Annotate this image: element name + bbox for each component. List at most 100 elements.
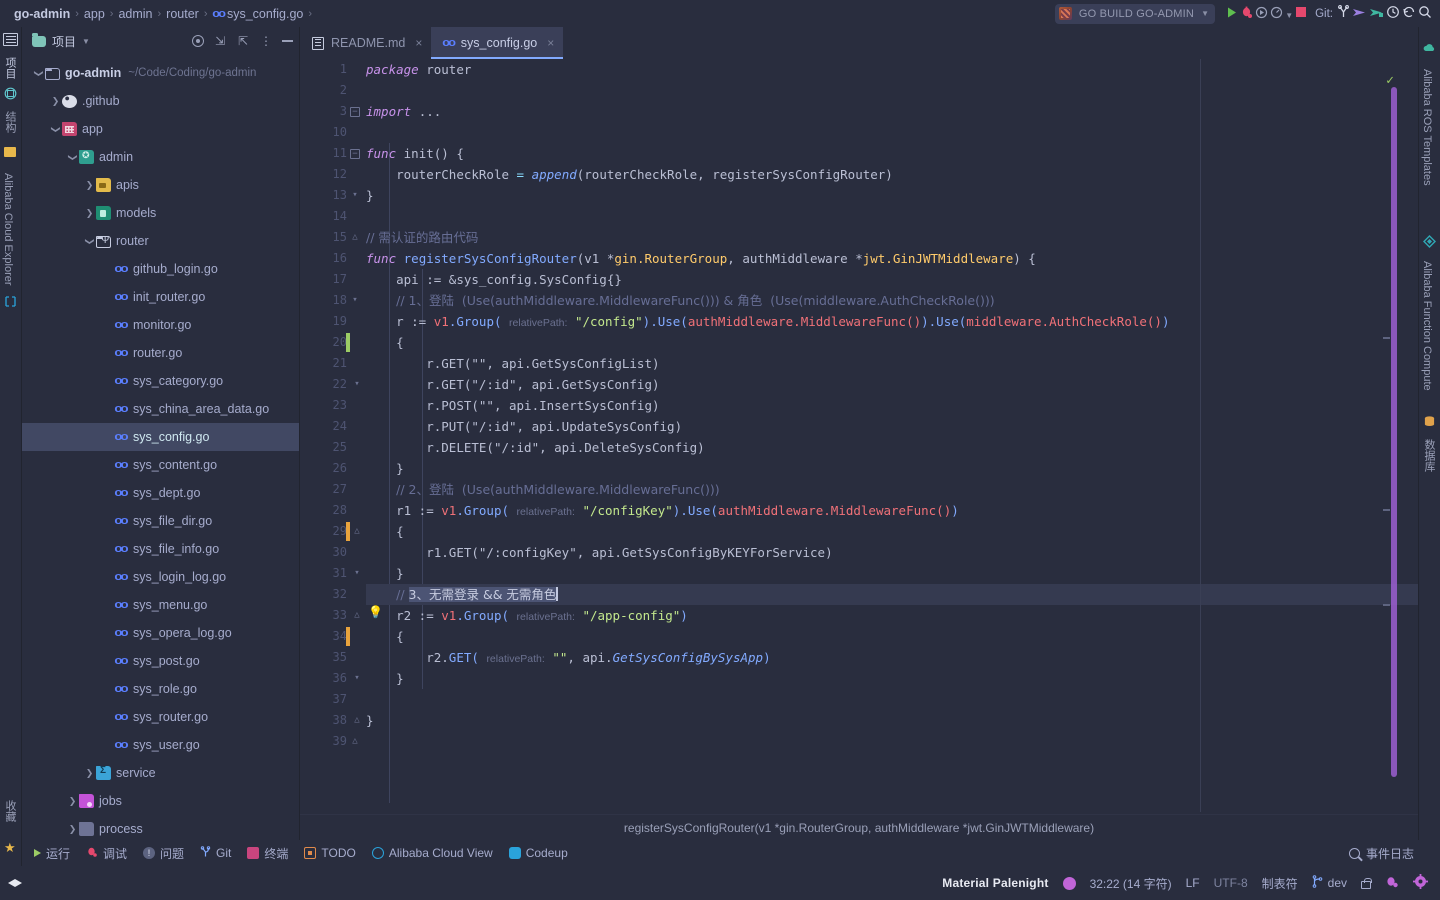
tab-sys-config[interactable]: oo sys_config.go × — [431, 27, 564, 59]
sidebar-item-structure[interactable]: 结构 — [2, 105, 18, 139]
sidebar-item-database[interactable]: 数据库 — [1421, 433, 1437, 478]
search-icon[interactable] — [1418, 5, 1432, 22]
bookmarks-icon[interactable] — [4, 147, 16, 157]
tree-item-init-router-go[interactable]: oo init_router.go — [22, 283, 299, 311]
breadcrumb-item-file[interactable]: oo sys_config.go — [212, 7, 304, 21]
tool-window-debug[interactable]: 调试 — [86, 845, 127, 862]
tree-item-service[interactable]: ❯ service — [22, 759, 299, 787]
inspection-icon[interactable] — [1385, 875, 1399, 892]
tree-item-sys-role-go[interactable]: oo sys_role.go — [22, 675, 299, 703]
tree-item-monitor-go[interactable]: oo monitor.go — [22, 311, 299, 339]
git-branch-widget[interactable]: dev — [1312, 875, 1347, 891]
tool-window-problems[interactable]: ! 问题 — [143, 845, 184, 862]
sidebar-item-favorites[interactable]: 收藏 — [2, 794, 18, 828]
sidebar-item-ros-templates[interactable]: Alibaba ROS Templates — [1421, 63, 1433, 192]
git-branch-icon[interactable] — [1337, 5, 1350, 22]
theme-name[interactable]: Material Palenight — [942, 876, 1048, 890]
tool-window-alibaba-cloud-view[interactable]: Alibaba Cloud View — [371, 846, 493, 860]
fold-marker-end[interactable]: △ — [350, 233, 360, 243]
git-push-icon[interactable] — [1352, 6, 1367, 22]
fold-marker[interactable]: ▾ — [352, 674, 362, 684]
tree-item-sys-menu-go[interactable]: oo sys_menu.go — [22, 591, 299, 619]
tool-window-git[interactable]: Git — [200, 845, 231, 861]
fold-marker-end[interactable]: △ — [352, 527, 362, 537]
line-separator[interactable]: LF — [1186, 876, 1200, 890]
tree-item-router-go[interactable]: oo router.go — [22, 339, 299, 367]
tree-item-go-admin[interactable]: ❯ go-admin ~/Code/Coding/go-admin — [22, 59, 299, 87]
history-icon[interactable] — [1386, 5, 1400, 22]
tree-item-sys-dept-go[interactable]: oo sys_dept.go — [22, 479, 299, 507]
tree-item-admin[interactable]: ❯ admin — [22, 143, 299, 171]
tree-item-sys-post-go[interactable]: oo sys_post.go — [22, 647, 299, 675]
tab-readme[interactable]: README.md × — [300, 27, 431, 59]
tree-item-process[interactable]: ❯ process — [22, 815, 299, 843]
tree-item-github-login-go[interactable]: oo github_login.go — [22, 255, 299, 283]
sidebar-item-function-compute[interactable]: Alibaba Function Compute — [1421, 255, 1433, 397]
tree-item-sys-opera-log-go[interactable]: oo sys_opera_log.go — [22, 619, 299, 647]
chevron-down-icon[interactable]: ▼ — [1285, 7, 1293, 21]
tool-window-run[interactable]: 运行 — [34, 845, 70, 862]
chevron-right-icon[interactable]: ❯ — [83, 768, 96, 779]
breadcrumb-item-router[interactable]: router — [166, 7, 199, 21]
file-encoding[interactable]: UTF-8 — [1214, 876, 1248, 890]
project-panel-title[interactable]: 项目 ▼ — [32, 32, 90, 50]
run-configuration-selector[interactable]: GO BUILD GO-ADMIN ▼ — [1054, 3, 1216, 24]
tree-item-sys-file-dir-go[interactable]: oo sys_file_dir.go — [22, 507, 299, 535]
chevron-down-icon[interactable]: ❯ — [50, 123, 61, 136]
tree-item-router[interactable]: ❯ router — [22, 227, 299, 255]
sidebar-item-alibaba-cloud-explorer[interactable]: Alibaba Cloud Explorer — [2, 167, 14, 292]
fold-marker[interactable]: ▾ — [350, 191, 360, 201]
tool-window-todo[interactable]: TODO — [304, 846, 356, 860]
tree-item-sys-china-area-data-go[interactable]: oo sys_china_area_data.go — [22, 395, 299, 423]
star-icon[interactable]: ★ — [4, 840, 16, 856]
editor-breadcrumb[interactable]: registerSysConfigRouter(v1 *gin.RouterGr… — [300, 814, 1418, 840]
tool-window-codeup[interactable]: Codeup — [508, 846, 568, 860]
chevron-right-icon[interactable]: ❯ — [66, 824, 79, 835]
chevron-down-icon[interactable]: ❯ — [33, 67, 44, 80]
chevron-right-icon[interactable]: ❯ — [83, 208, 96, 219]
tree-item-sys-router-go[interactable]: oo sys_router.go — [22, 703, 299, 731]
expand-all-icon[interactable]: ⇲ — [213, 34, 227, 48]
close-icon[interactable]: × — [547, 36, 554, 50]
sidebar-item-project[interactable]: 项目 — [2, 51, 18, 85]
run-icon[interactable] — [1225, 6, 1238, 22]
tree-item-models[interactable]: ❯ models — [22, 199, 299, 227]
collapse-all-icon[interactable]: ⇱ — [236, 34, 250, 48]
tree-item-sys-user-go[interactable]: oo sys_user.go — [22, 731, 299, 759]
chevron-down-icon[interactable]: ❯ — [67, 151, 78, 164]
fold-marker-end[interactable]: △ — [352, 716, 362, 726]
debug-icon[interactable] — [1240, 6, 1253, 22]
fold-marker[interactable]: − — [350, 107, 360, 117]
chevron-down-icon[interactable]: ❯ — [84, 235, 95, 248]
chevron-right-icon[interactable]: ❯ — [66, 796, 79, 807]
tree-item-sys-config-go[interactable]: oo sys_config.go — [22, 423, 299, 451]
structure-view-icon[interactable] — [4, 87, 17, 105]
tree-item-jobs[interactable]: ❯ jobs — [22, 787, 299, 815]
fold-marker-end[interactable]: △ — [350, 737, 360, 747]
indent-setting[interactable]: 制表符 — [1262, 875, 1298, 892]
inspection-ok-icon[interactable]: ✓ — [1386, 73, 1394, 88]
tree-item-sys-category-go[interactable]: oo sys_category.go — [22, 367, 299, 395]
hide-panel-icon[interactable] — [282, 40, 293, 42]
chevron-right-icon[interactable]: ❯ — [83, 180, 96, 191]
breadcrumb-item-admin[interactable]: admin — [118, 7, 152, 21]
tree-item-app[interactable]: ❯ app — [22, 115, 299, 143]
profiler-icon[interactable] — [1270, 6, 1283, 22]
close-icon[interactable]: × — [415, 36, 422, 50]
editor-scrollbar-thumb[interactable] — [1391, 87, 1397, 777]
layers-icon[interactable] — [8, 875, 24, 891]
database-icon[interactable] — [1423, 415, 1436, 433]
git-update-icon[interactable] — [1369, 6, 1384, 22]
fold-marker[interactable]: ▾ — [350, 296, 360, 306]
locate-icon[interactable] — [192, 35, 204, 47]
chevron-right-icon[interactable]: ❯ — [49, 96, 62, 107]
code-editor[interactable]: 1 2 3 10 11 12 13 14 15 16 17 18 19 20 21 22 23 24 25 26 27 2… — [300, 59, 1418, 812]
breadcrumb-item-project[interactable]: go-admin — [14, 7, 70, 21]
settings-icon[interactable] — [1413, 874, 1428, 892]
tree-item-sys-file-info-go[interactable]: oo sys_file_info.go — [22, 535, 299, 563]
fold-marker[interactable]: − — [350, 149, 360, 159]
breadcrumb-item-app[interactable]: app — [84, 7, 105, 21]
ros-icon[interactable] — [1423, 43, 1436, 61]
tool-window-terminal[interactable]: 终端 — [247, 845, 288, 862]
cloud-explorer-icon[interactable] — [4, 295, 17, 313]
